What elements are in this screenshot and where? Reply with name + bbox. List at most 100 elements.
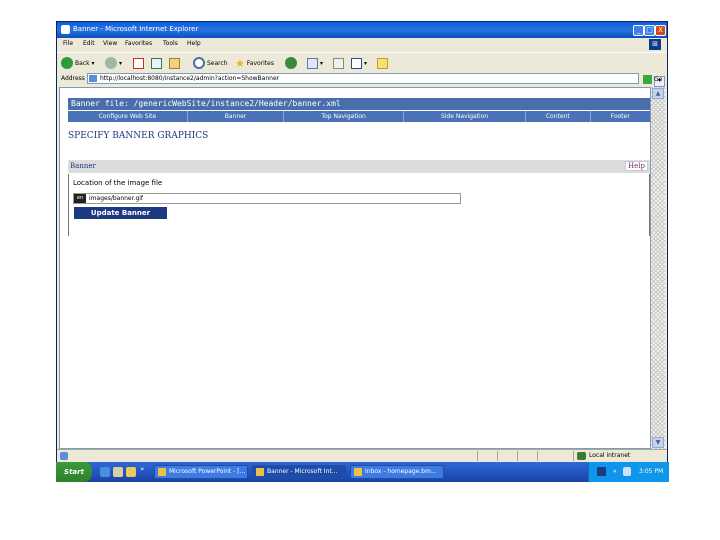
chevron-down-icon: ▾ (119, 59, 123, 67)
menu-file[interactable]: File (63, 40, 73, 47)
quick-launch-ie-icon[interactable] (100, 467, 110, 477)
page-content: Banner file: /genericWebSite/instance2/H… (59, 87, 651, 449)
ie-icon (256, 468, 264, 476)
go-button[interactable]: Go (643, 74, 663, 84)
forward-arrow-icon (105, 57, 117, 69)
chevron-down-icon: ▾ (89, 59, 95, 67)
status-divider (477, 451, 478, 461)
notes-button[interactable] (377, 56, 390, 70)
admin-nav: Configure Web Site Banner Top Navigation… (68, 111, 650, 122)
quick-launch-desktop-icon[interactable] (113, 467, 123, 477)
banner-file-header: Banner file: /genericWebSite/instance2/H… (68, 98, 650, 110)
powerpoint-icon (158, 468, 166, 476)
taskbar-item-powerpoint[interactable]: Microsoft PowerPoint - [... (154, 465, 248, 479)
page-title: SPECIFY BANNER GRAPHICS (68, 131, 209, 141)
clock: 3:05 PM (639, 468, 664, 475)
mail-icon (354, 468, 362, 476)
edit-word-button[interactable]: ▾ (351, 56, 367, 70)
task-label: Banner - Microsoft Int... (267, 468, 338, 475)
intranet-zone-icon (577, 452, 586, 460)
section-bar: Banner Help (68, 160, 650, 173)
task-label: Microsoft PowerPoint - [... (169, 468, 246, 475)
start-button[interactable]: Start (56, 462, 92, 482)
shield-icon[interactable] (623, 467, 631, 476)
zone-label: Local intranet (589, 452, 631, 459)
menu-help[interactable]: Help (187, 40, 201, 47)
search-icon (193, 57, 205, 69)
note-icon (377, 57, 388, 69)
banner-form: Location of the image file en images/ban… (68, 174, 650, 236)
chevron-right-icon[interactable]: » (140, 465, 144, 473)
status-bar: Local intranet (57, 449, 667, 462)
menu-tools[interactable]: Tools (163, 40, 178, 47)
path-prefix: en (74, 194, 86, 203)
image-path-input[interactable]: en images/banner.gif (73, 193, 461, 204)
back-label: Back (75, 59, 90, 67)
address-value: http://localhost:8080/instance2/admin?ac… (100, 75, 280, 82)
status-divider (537, 451, 538, 461)
status-divider (517, 451, 518, 461)
nav-banner[interactable]: Banner (188, 111, 285, 122)
task-label: Inbox - homepage.bm... (365, 468, 437, 475)
address-label: Address (61, 75, 85, 82)
nav-footer[interactable]: Footer (591, 111, 650, 122)
menu-edit[interactable]: Edit (83, 40, 95, 47)
status-divider (497, 451, 498, 461)
go-arrow-icon (643, 74, 652, 84)
go-label: Go (654, 75, 663, 83)
minimize-button[interactable]: _ (633, 25, 644, 36)
nav-side-navigation[interactable]: Side Navigation (404, 111, 527, 122)
stop-icon (133, 57, 144, 69)
search-label: Search (207, 59, 228, 67)
stop-button[interactable] (133, 56, 146, 70)
browser-window: Banner - Microsoft Internet Explorer _ □… (56, 21, 668, 482)
refresh-icon (151, 57, 162, 69)
star-icon: ★ (235, 56, 245, 70)
chevron-down-icon: ▾ (320, 59, 324, 67)
word-icon (351, 57, 362, 69)
home-icon (169, 57, 180, 69)
address-bar: Address http://localhost:8080/instance2/… (57, 72, 667, 87)
ie-icon (61, 25, 70, 34)
print-button[interactable] (333, 56, 346, 70)
nav-configure-web-site[interactable]: Configure Web Site (68, 111, 188, 122)
page-status-icon (60, 452, 68, 460)
windows-logo-icon: ⊞ (649, 39, 661, 50)
system-tray: « 3:05 PM (588, 462, 669, 482)
forward-button[interactable]: ▾ (105, 56, 122, 70)
tray-app-icon[interactable] (597, 467, 606, 476)
location-label: Location of the image file (73, 179, 163, 187)
section-label: Banner (70, 162, 96, 170)
close-button[interactable]: X (655, 25, 666, 36)
tray-expand-icon[interactable]: « (613, 468, 617, 475)
address-input[interactable]: http://localhost:8080/instance2/admin?ac… (87, 73, 665, 87)
back-button[interactable]: Back ▾ (61, 56, 95, 70)
favorites-button[interactable]: ★ Favorites (235, 56, 274, 70)
refresh-button[interactable] (151, 56, 164, 70)
status-divider (573, 451, 574, 461)
menu-favorites[interactable]: Favorites (125, 40, 152, 47)
back-arrow-icon (61, 57, 73, 69)
maximize-button[interactable]: □ (644, 25, 655, 36)
update-banner-button[interactable]: Update Banner (74, 207, 167, 219)
home-button[interactable] (169, 56, 182, 70)
history-icon (285, 57, 297, 69)
toolbar: Back ▾ ▾ Search ★ Favorites ▾ ▾ (57, 52, 667, 73)
menu-bar: File Edit View Favorites Tools Help (57, 38, 667, 51)
help-link[interactable]: Help (625, 161, 648, 171)
image-path-value: images/banner.gif (89, 195, 144, 202)
vertical-scrollbar[interactable]: ▲ ▼ (651, 87, 665, 449)
title-bar: Banner - Microsoft Internet Explorer _ □… (57, 22, 667, 38)
search-button[interactable]: Search (193, 56, 228, 70)
taskbar-item-banner[interactable]: Banner - Microsoft Int... (252, 465, 346, 479)
scroll-up-icon[interactable]: ▲ (652, 88, 664, 99)
history-button[interactable] (285, 56, 299, 70)
menu-view[interactable]: View (103, 40, 117, 47)
taskbar-item-inbox[interactable]: Inbox - homepage.bm... (350, 465, 444, 479)
mail-button[interactable]: ▾ (307, 56, 323, 70)
nav-top-navigation[interactable]: Top Navigation (284, 111, 405, 122)
nav-content[interactable]: Content (526, 111, 591, 122)
mail-icon (307, 57, 318, 69)
quick-launch-folder-icon[interactable] (126, 467, 136, 477)
scroll-down-icon[interactable]: ▼ (652, 437, 664, 448)
